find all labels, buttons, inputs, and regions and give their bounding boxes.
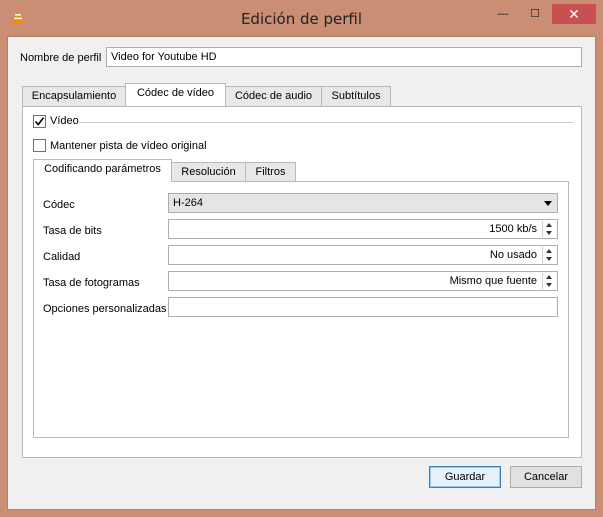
dialog-client-area: Nombre de perfil Video for Youtube HD En… (7, 36, 596, 510)
title-bar[interactable]: Edición de perfil — ☐ ✕ (0, 0, 603, 36)
keep-original-checkbox[interactable] (33, 139, 46, 152)
bitrate-label: Tasa de bits (43, 225, 102, 237)
spin-down-icon[interactable] (546, 283, 552, 287)
encoding-parameters-panel: Códec H-264 Tasa de bits 1500 kb/s Calid… (33, 181, 569, 438)
tab-subtitles[interactable]: Subtítulos (321, 86, 391, 106)
quality-spinbox[interactable]: No usado (168, 245, 558, 265)
codec-select[interactable]: H-264 (168, 193, 558, 213)
keep-original-label: Mantener pista de vídeo original (50, 140, 207, 152)
spin-up-icon[interactable] (546, 275, 552, 279)
dialog-window: Edición de perfil — ☐ ✕ Nombre de perfil… (0, 0, 603, 517)
cancel-button[interactable]: Cancelar (510, 466, 582, 488)
spin-up-icon[interactable] (546, 223, 552, 227)
profile-name-input[interactable]: Video for Youtube HD (106, 47, 582, 67)
tab-encoding-parameters[interactable]: Codificando parámetros (33, 159, 172, 182)
quality-spin-arrows[interactable] (542, 247, 556, 263)
quality-label: Calidad (43, 251, 81, 263)
bitrate-spin-arrows[interactable] (542, 221, 556, 237)
video-checkbox[interactable] (33, 115, 46, 128)
profile-name-label: Nombre de perfil (20, 52, 102, 64)
tab-resolution[interactable]: Resolución (171, 162, 246, 182)
maximize-icon[interactable]: ☐ (522, 4, 548, 24)
codec-label: Códec (43, 199, 75, 211)
video-codec-panel: Vídeo Mantener pista de vídeo original C… (22, 106, 582, 458)
tab-filters[interactable]: Filtros (245, 162, 296, 182)
video-group-separator (79, 122, 573, 123)
quality-value: No usado (489, 249, 537, 261)
chevron-down-icon (544, 201, 552, 206)
spin-up-icon[interactable] (546, 249, 552, 253)
tab-encapsulation[interactable]: Encapsulamiento (22, 86, 126, 106)
bitrate-spinbox[interactable]: 1500 kb/s (168, 219, 558, 239)
framerate-spinbox[interactable]: Mismo que fuente (168, 271, 558, 291)
close-icon[interactable]: ✕ (552, 4, 596, 24)
custom-options-input[interactable] (168, 297, 558, 317)
save-button[interactable]: Guardar (429, 466, 501, 488)
tab-audio-codec[interactable]: Códec de audio (225, 86, 322, 106)
spin-down-icon[interactable] (546, 257, 552, 261)
framerate-spin-arrows[interactable] (542, 273, 556, 289)
tab-video-codec[interactable]: Códec de vídeo (125, 83, 226, 106)
bitrate-value: 1500 kb/s (489, 223, 537, 235)
spin-down-icon[interactable] (546, 231, 552, 235)
checkmark-icon (34, 117, 45, 126)
custom-options-label: Opciones personalizadas (43, 303, 167, 315)
codec-select-value: H-264 (173, 197, 203, 209)
video-checkbox-label: Vídeo (50, 115, 79, 127)
framerate-value: Mismo que fuente (449, 275, 537, 287)
minimize-icon[interactable]: — (490, 4, 516, 24)
framerate-label: Tasa de fotogramas (43, 277, 140, 289)
